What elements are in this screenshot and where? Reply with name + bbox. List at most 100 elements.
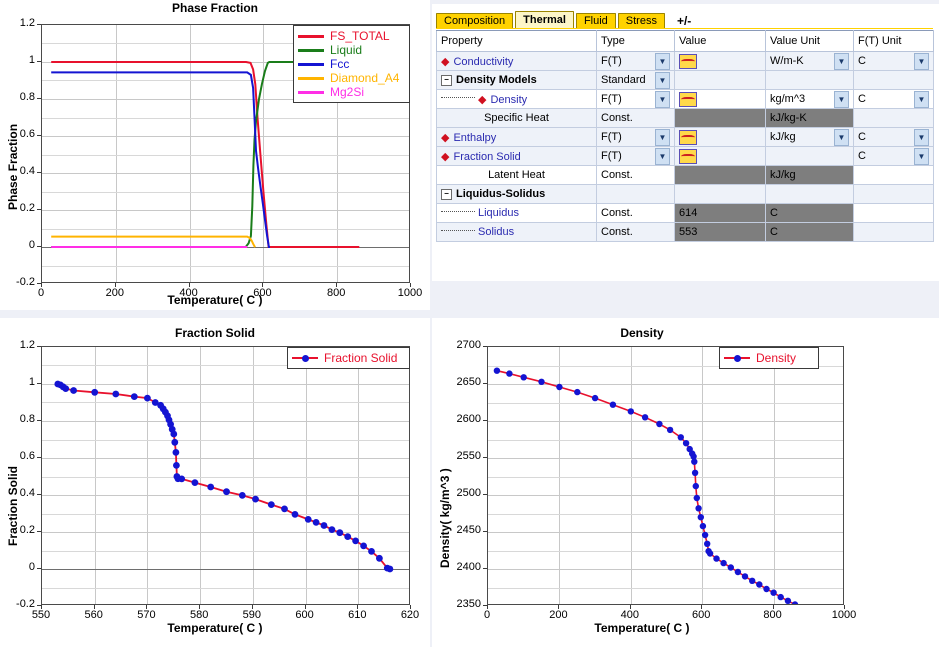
cell-ft-unit[interactable] bbox=[853, 184, 934, 204]
cell-value[interactable] bbox=[674, 89, 766, 109]
y-tick bbox=[483, 346, 487, 347]
dropdown-arrow-icon[interactable]: ▼ bbox=[834, 128, 849, 146]
cell-ft-unit[interactable] bbox=[853, 108, 934, 128]
tab-fluid[interactable]: Fluid bbox=[575, 13, 616, 29]
legend-item[interactable]: Mg2Si bbox=[298, 85, 403, 99]
cell-type[interactable] bbox=[596, 184, 675, 204]
cell-value[interactable] bbox=[674, 184, 766, 204]
legend-item[interactable]: Diamond_A4 bbox=[298, 71, 403, 85]
cell-property[interactable]: − Density Models bbox=[436, 70, 597, 90]
cell-type[interactable]: Const. bbox=[596, 165, 675, 185]
legend-item[interactable]: Density bbox=[724, 351, 812, 365]
tab-thermal[interactable]: Thermal bbox=[515, 11, 574, 29]
dropdown-arrow-icon[interactable]: ▼ bbox=[655, 52, 670, 70]
tree-collapse-icon[interactable]: − bbox=[441, 188, 452, 200]
cell-property[interactable]: Latent Heat bbox=[436, 165, 597, 185]
tree-collapse-icon[interactable]: − bbox=[441, 74, 452, 86]
x-tick bbox=[629, 605, 631, 609]
cell-type[interactable]: Const. bbox=[596, 222, 675, 242]
cell-ft-unit[interactable] bbox=[853, 70, 934, 90]
table-row[interactable]: ◆ Enthalpy F(T) ▼ kJ/kg ▼ C ▼ bbox=[436, 127, 934, 147]
dropdown-arrow-icon[interactable]: ▼ bbox=[834, 90, 849, 108]
x-tick-label: 600 bbox=[692, 609, 711, 621]
cell-type[interactable]: F(T) ▼ bbox=[596, 146, 675, 166]
cell-ft-unit[interactable] bbox=[853, 222, 934, 242]
cell-ft-unit[interactable] bbox=[853, 165, 934, 185]
table-row[interactable]: ◆ Density F(T) ▼ kg/m^3 ▼ C ▼ bbox=[436, 89, 934, 109]
legend-item[interactable]: Liquid bbox=[298, 43, 403, 57]
cell-property[interactable]: ◆ Density bbox=[436, 89, 597, 109]
dropdown-arrow-icon[interactable]: ▼ bbox=[655, 147, 670, 165]
table-row[interactable]: ◆ Fraction Solid F(T) ▼ C ▼ bbox=[436, 146, 934, 166]
table-row[interactable]: Latent Heat Const. kJ/kg bbox=[436, 165, 934, 185]
cell-property[interactable]: ◆ Fraction Solid bbox=[436, 146, 597, 166]
legend-item[interactable]: FS_TOTAL bbox=[298, 29, 403, 43]
dropdown-arrow-icon[interactable]: ▼ bbox=[834, 52, 849, 70]
column-header-property[interactable]: Property bbox=[436, 30, 597, 52]
cell-ft-unit[interactable] bbox=[853, 203, 934, 223]
tab-stress[interactable]: Stress bbox=[617, 13, 665, 29]
curve-editor-icon[interactable] bbox=[679, 91, 697, 107]
tab-[interactable]: +/- bbox=[666, 14, 702, 29]
column-header-type[interactable]: Type bbox=[596, 30, 675, 52]
cell-value-unit[interactable] bbox=[765, 70, 854, 90]
cell-property[interactable]: Solidus bbox=[436, 222, 597, 242]
cell-type-text: F(T) bbox=[601, 93, 622, 105]
cell-property[interactable]: Specific Heat bbox=[436, 108, 597, 128]
column-header-ft-unit[interactable]: F(T) Unit bbox=[853, 30, 934, 52]
cell-type[interactable]: F(T) ▼ bbox=[596, 89, 675, 109]
x-tick-label: 600 bbox=[295, 609, 314, 621]
cell-value-unit[interactable]: kJ/kg ▼ bbox=[765, 127, 854, 147]
x-tick bbox=[188, 283, 190, 287]
cell-ft-unit[interactable]: C ▼ bbox=[853, 51, 934, 71]
curve-editor-icon[interactable] bbox=[679, 129, 697, 145]
column-header-value-unit[interactable]: Value Unit bbox=[765, 30, 854, 52]
cell-ft-unit[interactable]: C ▼ bbox=[853, 127, 934, 147]
cell-value[interactable] bbox=[674, 70, 766, 90]
cell-type[interactable]: F(T) ▼ bbox=[596, 51, 675, 71]
curve-editor-icon[interactable] bbox=[679, 53, 697, 69]
cell-ft-unit[interactable]: C ▼ bbox=[853, 146, 934, 166]
dropdown-arrow-icon[interactable]: ▼ bbox=[914, 128, 929, 146]
tab-composition[interactable]: Composition bbox=[436, 13, 514, 29]
cell-property[interactable]: − Liquidus-Solidus bbox=[436, 184, 597, 204]
dropdown-arrow-icon[interactable]: ▼ bbox=[655, 128, 670, 146]
cell-property[interactable]: Liquidus bbox=[436, 203, 597, 223]
x-tick-label: 570 bbox=[137, 609, 156, 621]
cell-value[interactable] bbox=[674, 127, 766, 147]
dropdown-arrow-icon[interactable]: ▼ bbox=[914, 147, 929, 165]
column-header-value[interactable]: Value bbox=[674, 30, 766, 52]
dropdown-arrow-icon[interactable]: ▼ bbox=[914, 90, 929, 108]
table-row[interactable]: Liquidus Const. 614 C bbox=[436, 203, 934, 223]
property-tabs[interactable]: Composition Thermal Fluid Stress +/- bbox=[436, 11, 703, 29]
curve-editor-icon[interactable] bbox=[679, 148, 697, 164]
cell-value-unit[interactable]: kg/m^3 ▼ bbox=[765, 89, 854, 109]
table-row[interactable]: Solidus Const. 553 C bbox=[436, 222, 934, 242]
dropdown-arrow-icon[interactable]: ▼ bbox=[655, 71, 670, 89]
cell-value[interactable] bbox=[674, 146, 766, 166]
table-row[interactable]: Specific Heat Const. kJ/kg-K bbox=[436, 108, 934, 128]
table-row[interactable]: ◆ Conductivity F(T) ▼ W/m-K ▼ C ▼ bbox=[436, 51, 934, 71]
cell-value-unit[interactable] bbox=[765, 184, 854, 204]
dropdown-arrow-icon[interactable]: ▼ bbox=[655, 90, 670, 108]
cell-property[interactable]: ◆ Enthalpy bbox=[436, 127, 597, 147]
cell-value-unit[interactable]: W/m-K ▼ bbox=[765, 51, 854, 71]
cell-type[interactable]: Standard ▼ bbox=[596, 70, 675, 90]
cell-ft-unit[interactable]: C ▼ bbox=[853, 89, 934, 109]
x-tick-label: 1000 bbox=[831, 609, 857, 621]
cell-property[interactable]: ◆ Conductivity bbox=[436, 51, 597, 71]
cell-value-unit[interactable] bbox=[765, 146, 854, 166]
dropdown-arrow-icon[interactable]: ▼ bbox=[914, 52, 929, 70]
cell-type[interactable]: Const. bbox=[596, 203, 675, 223]
x-tick bbox=[114, 283, 116, 287]
data-point-marker bbox=[173, 462, 180, 469]
data-point-marker bbox=[741, 573, 749, 580]
cell-type[interactable]: F(T) ▼ bbox=[596, 127, 675, 147]
cell-value[interactable] bbox=[674, 51, 766, 71]
cell-type[interactable]: Const. bbox=[596, 108, 675, 128]
table-row[interactable]: − Liquidus-Solidus bbox=[436, 184, 934, 204]
table-row[interactable]: − Density Models Standard ▼ bbox=[436, 70, 934, 90]
legend-item[interactable]: Fcc bbox=[298, 57, 403, 71]
legend-item[interactable]: Fraction Solid bbox=[292, 351, 403, 365]
cell-value-unit-text: kJ/kg-K bbox=[770, 112, 807, 124]
